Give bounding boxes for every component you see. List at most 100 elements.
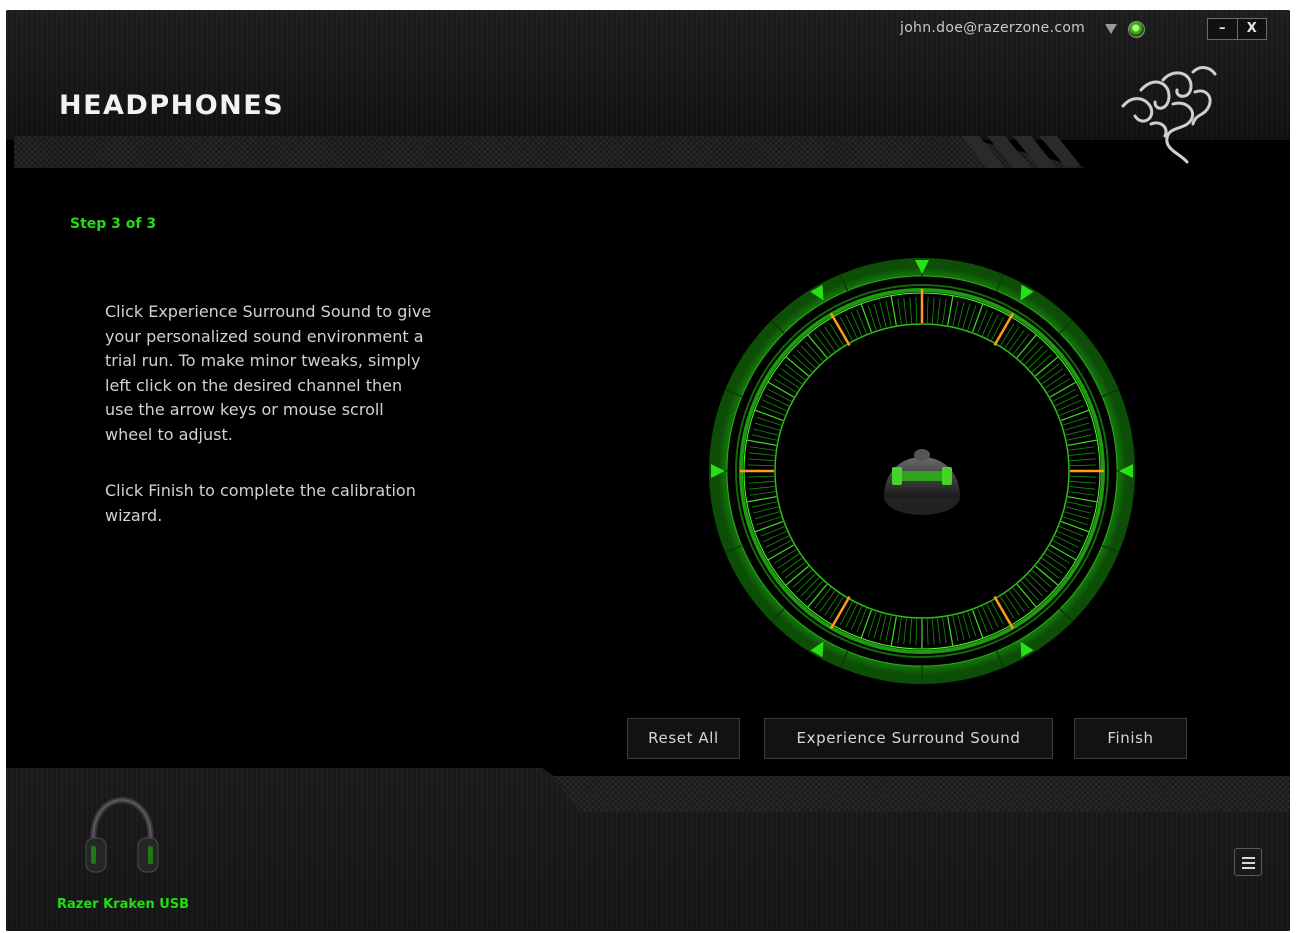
ring-tick [765,394,790,407]
ring-tick [829,596,844,619]
menu-icon [1242,857,1255,859]
ring-tick [926,618,929,645]
ring-tick [1052,540,1076,554]
ring-tick [768,388,792,402]
ring-tick [850,606,863,631]
ring-tick [1069,486,1096,490]
ring-tick [1004,593,1020,616]
surround-calibration-ring[interactable] [708,257,1136,685]
ring-tick [805,341,824,362]
ring-tick [746,439,777,446]
minimize-button[interactable]: – [1208,19,1237,39]
ring-tick [749,491,776,496]
ring-tick [1064,422,1090,431]
experience-surround-sound-button[interactable]: Experience Surround Sound [764,718,1053,759]
ring-tick [1041,557,1064,574]
ring-tick [1047,549,1070,564]
page-title: HEADPHONES [59,90,285,121]
account-dropdown-icon[interactable] [1105,24,1117,34]
ring-tick [890,295,897,326]
ring-tick [909,297,913,324]
ring-tick [1028,573,1048,593]
ring-tick [767,544,795,561]
ring-tick [897,617,902,644]
ring-tick [768,540,792,554]
ring-tick [972,609,984,639]
ring-tick [1064,511,1090,520]
reset-all-button[interactable]: Reset All [627,718,740,759]
ring-tick [1031,569,1052,588]
headset-icon [85,796,159,873]
ring-tick [937,297,941,324]
ring-tick [1044,553,1067,569]
ring-tick [879,614,887,640]
ring-tick [767,381,795,398]
ring-tick [1069,464,1096,467]
ring-tick [850,311,863,336]
ring-tick [784,363,806,381]
device-name[interactable]: Razer Kraken USB [57,897,189,912]
ring-tick [1066,501,1093,508]
ring-tick [1068,491,1095,496]
ring-tick [1044,373,1067,389]
ring-tick [860,609,872,639]
ring-tick [748,486,775,490]
ring-tick [751,434,778,441]
ring-tick [909,618,913,645]
ring-tick [915,618,918,645]
ring-tick [1069,475,1096,478]
ring-tick [885,300,892,327]
ring-tick [1008,590,1025,613]
ring-tick [942,298,947,325]
ring-tick [845,603,858,628]
ring-tick [1054,394,1079,407]
ring-tick [1041,368,1064,385]
finish-button[interactable]: Finish [1074,718,1187,759]
ring-tick [947,295,954,326]
ring-tick [1038,561,1060,579]
menu-icon-line [1242,867,1255,869]
ring-tick [957,302,965,328]
app-window: HEADPHONES john.doe@razerzone.com – X St [6,10,1290,931]
ring-tick [748,458,775,462]
ring-tick [796,573,816,593]
ring-tick [780,557,803,574]
ring-tick [839,317,853,341]
ring-tick [1067,496,1098,503]
ring-tick [1008,329,1025,352]
ring-tick [1012,587,1030,609]
menu-button[interactable] [1234,848,1262,876]
ring-tick [1067,439,1098,446]
close-button[interactable]: X [1236,19,1267,39]
ring-tick [1020,341,1039,362]
account-email[interactable]: john.doe@razerzone.com [900,20,1085,36]
ring-tick [931,297,935,324]
ring-tick [986,603,999,628]
ring-tick [1000,596,1015,619]
ring-tick [903,618,907,645]
ring-tick [1066,434,1093,441]
listener-head-icon [884,449,960,515]
ring-tick [748,452,775,456]
ring-tick [991,317,1005,341]
ring-tick [746,496,777,503]
ring-tick [1028,349,1048,369]
ring-tick [915,297,918,324]
ring-tick [1038,363,1060,381]
ring-tick [937,618,941,645]
ring-tick [1012,333,1030,355]
header-divider [14,136,1086,168]
ring-tick [792,569,813,588]
ring-tick [754,422,780,431]
ring-tick [1057,530,1082,543]
ring-tick [819,590,836,613]
ring-tick [1054,535,1079,548]
ring-tick [1024,345,1044,365]
ring-tick [1069,458,1096,462]
ring-tick [926,297,929,324]
ring-tick [962,613,971,639]
ring-tick [1060,409,1090,421]
header: HEADPHONES john.doe@razerzone.com – X [6,10,1290,164]
ring-tick [829,323,844,346]
ring-tick [1069,480,1096,484]
